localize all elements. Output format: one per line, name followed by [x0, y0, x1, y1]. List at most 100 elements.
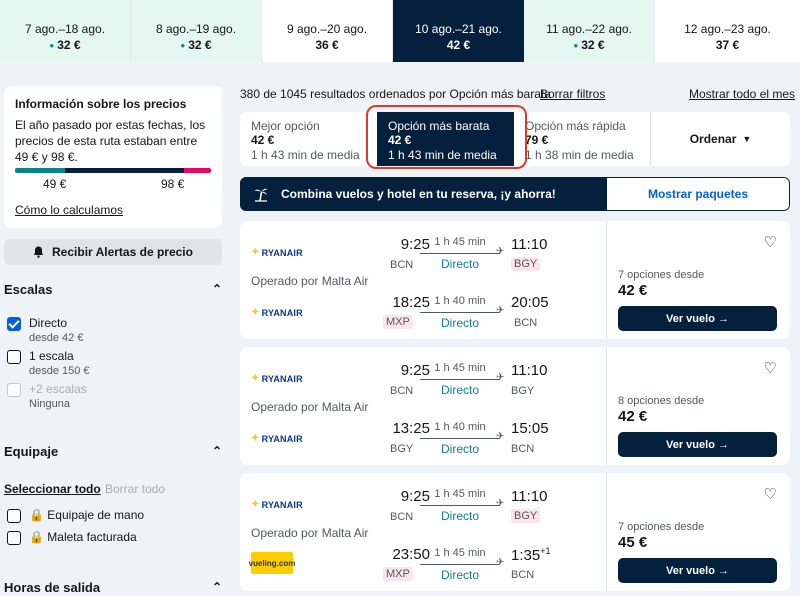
- view-flight-button[interactable]: Ver vuelo →: [618, 432, 777, 457]
- flight-duration: 1 h 45 min: [434, 236, 486, 248]
- date-price: 32 €: [57, 38, 81, 52]
- arrival-time: 20:05: [511, 294, 549, 311]
- date-tab[interactable]: 8 ago.–19 ago. ● 32 €: [131, 0, 262, 62]
- sort-order-dropdown[interactable]: Ordenar ▼: [651, 112, 790, 166]
- date-tab-selected[interactable]: 10 ago.–21 ago. 42 €: [393, 0, 524, 62]
- baggage-option-label: Equipaje de mano: [47, 508, 145, 522]
- view-flight-button[interactable]: Ver vuelo →: [618, 306, 777, 331]
- ryanair-logo: ✦ RYANAIR: [251, 307, 303, 318]
- heart-icon[interactable]: ♡: [764, 359, 777, 377]
- baggage-option-checked[interactable]: 🔒 Maleta facturada: [7, 530, 137, 545]
- flight-card[interactable]: ✦ RYANAIR 9:25 BCN 1 h 45 min ✈ Directo 1…: [240, 221, 790, 339]
- price-alert-button[interactable]: Recibir Alertas de precio: [4, 239, 222, 265]
- date-price: 36 €: [315, 38, 339, 52]
- options-count: 8 opciones desde: [618, 395, 705, 407]
- sort-tab-price: 42 €: [388, 133, 412, 147]
- origin-airport: BGY: [390, 443, 414, 455]
- next-day-indicator: +1: [540, 546, 551, 556]
- chevron-up-icon: ⌃: [211, 444, 222, 458]
- how-we-calculate-link[interactable]: Cómo lo calculamos: [15, 203, 123, 217]
- flight-card[interactable]: ✦ RYANAIR 9:25 BCN 1 h 45 min ✈ Directo 1…: [240, 347, 790, 465]
- ryanair-harp-icon: ✦: [251, 247, 260, 258]
- sort-tab-best[interactable]: Mejor opción 42 € 1 h 43 min de media: [240, 112, 377, 166]
- origin-airport: BCN: [390, 511, 414, 523]
- destination-airport: BGY: [511, 257, 541, 271]
- flight-duration: 1 h 45 min: [434, 547, 486, 559]
- date-range: 10 ago.–21 ago.: [415, 22, 502, 36]
- direct-checkbox[interactable]: [7, 317, 21, 331]
- arrival-time: 15:05: [511, 420, 549, 437]
- date-tab[interactable]: 11 ago.–22 ago. ● 32 €: [524, 0, 655, 62]
- destination-airport: BCN: [511, 569, 535, 581]
- flight-card[interactable]: ✦ RYANAIR 9:25 BCN 1 h 45 min ✈ Directo 1…: [240, 473, 790, 591]
- bell-icon: [33, 246, 44, 258]
- arrival-time: 11:10: [511, 362, 548, 379]
- ryanair-harp-icon: ✦: [251, 307, 260, 318]
- baggage-filter-header[interactable]: Equipaje ⌃: [4, 444, 222, 459]
- date-price: 42 €: [446, 38, 471, 52]
- promo-text: Combina vuelos y hotel en tu reserva, ¡y…: [281, 187, 556, 201]
- flight-duration: 1 h 45 min: [434, 362, 486, 374]
- stops-filter-header[interactable]: Escalas ⌃: [4, 282, 222, 297]
- sort-tab-label: Mejor opción: [251, 119, 320, 133]
- origin-airport: BCN: [390, 259, 414, 271]
- flight-price: 42 €: [618, 408, 648, 425]
- vueling-logo: vueling.com: [249, 552, 295, 574]
- date-range: 12 ago.–23 ago.: [684, 22, 771, 36]
- show-packages-button[interactable]: Mostrar paquetes: [607, 177, 790, 211]
- baggage-filter-title: Equipaje: [4, 444, 59, 459]
- operated-by: Operado por Malta Air: [251, 274, 369, 288]
- price-info-text: El año pasado por estas fechas, los prec…: [15, 118, 206, 164]
- departure-filter-title: Horas de salida: [4, 580, 101, 595]
- date-price: 37 €: [715, 38, 740, 52]
- origin-airport: BCN: [390, 385, 414, 397]
- flight-price: 45 €: [618, 534, 648, 551]
- plane-icon: ✈: [496, 246, 505, 257]
- options-count: 7 opciones desde: [618, 521, 705, 533]
- sort-tab-fastest[interactable]: Opción más rápida 79 € 1 h 38 min de med…: [514, 112, 651, 166]
- arrival-time: 1:35: [511, 547, 541, 564]
- date-price: 32 €: [188, 38, 212, 52]
- heart-icon[interactable]: ♡: [764, 485, 777, 503]
- hand-luggage-checkbox[interactable]: [7, 509, 21, 523]
- stops-option-label: 1 escala: [29, 349, 74, 363]
- date-range: 9 ago.–20 ago.: [286, 22, 368, 36]
- sort-tab-cheapest[interactable]: Opción más barata 42 € 1 h 43 min de med…: [377, 112, 514, 166]
- date-tab[interactable]: 9 ago.–20 ago. 36 €: [262, 0, 393, 62]
- show-month-link[interactable]: Mostrar todo el mes: [689, 87, 795, 101]
- two-plus-stops-checkbox: [7, 383, 21, 397]
- one-stop-checkbox[interactable]: [7, 350, 21, 364]
- clear-all-link[interactable]: Borrar todo: [105, 482, 165, 496]
- date-tab[interactable]: 7 ago.–18 ago. ● 32 €: [0, 0, 131, 62]
- view-flight-button[interactable]: Ver vuelo →: [618, 558, 777, 583]
- plane-icon: ✈: [496, 372, 505, 383]
- clear-filters-link[interactable]: Borrar filtros: [540, 87, 605, 101]
- promo-banner: Combina vuelos y hotel en tu reserva, ¡y…: [240, 177, 790, 211]
- cheap-dot-icon: ●: [49, 41, 55, 50]
- select-all-link[interactable]: Seleccionar todo: [4, 482, 101, 496]
- flight-duration: 1 h 40 min: [434, 295, 486, 307]
- checked-bag-checkbox[interactable]: [7, 531, 21, 545]
- cheap-dot-icon: ●: [573, 41, 579, 50]
- date-range: 7 ago.–18 ago.: [24, 22, 106, 36]
- stops-option-direct[interactable]: Directo desde 42 €: [7, 316, 83, 345]
- flight-duration: 1 h 45 min: [434, 488, 486, 500]
- flight-duration: 1 h 40 min: [434, 421, 486, 433]
- sort-tab-price: 42 €: [251, 133, 275, 147]
- caret-down-icon: ▼: [742, 134, 752, 144]
- stops-option-one[interactable]: 1 escala desde 150 €: [7, 349, 90, 378]
- sort-tab-label: Opción más barata: [388, 119, 490, 133]
- stops-label: Directo: [440, 509, 479, 523]
- destination-airport: BGY: [511, 385, 535, 397]
- stops-option-two-plus: +2 escalas Ninguna: [7, 382, 87, 411]
- price-info-card: Información sobre los precios El año pas…: [4, 86, 222, 228]
- date-range: 11 ago.–22 ago.: [546, 22, 632, 36]
- date-tab[interactable]: 12 ago.–23 ago. 37 €: [655, 0, 800, 62]
- departure-filter-header[interactable]: Horas de salida ⌃: [4, 580, 222, 595]
- stops-option-price: Ninguna: [29, 398, 70, 410]
- stops-label: Directo: [440, 316, 479, 330]
- lock-icon: 🔒: [29, 530, 44, 544]
- baggage-option-hand[interactable]: 🔒 Equipaje de mano: [7, 508, 144, 523]
- heart-icon[interactable]: ♡: [764, 233, 777, 251]
- lock-icon: 🔒: [29, 508, 44, 522]
